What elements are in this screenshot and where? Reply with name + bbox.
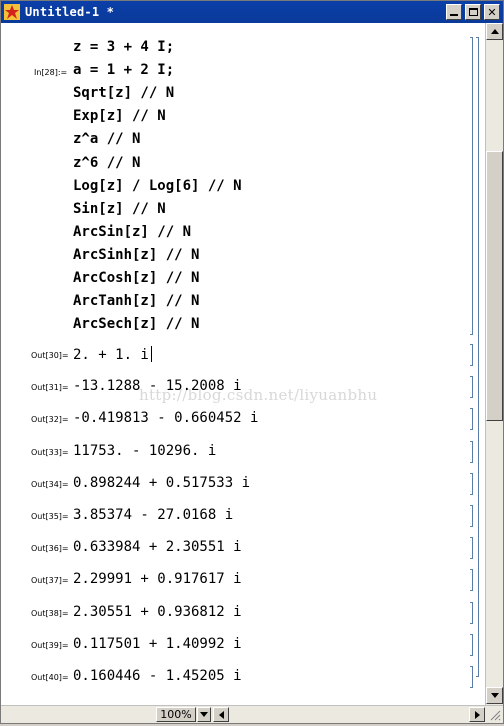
output-label: Out[37]= (31, 576, 69, 586)
output-value: 0.898244 + 0.517533 i (73, 474, 251, 491)
input-code-line[interactable]: Log[z] / Log[6] // N (73, 178, 242, 194)
output-cell-bracket[interactable] (470, 569, 473, 592)
output-cell-bracket[interactable] (470, 666, 473, 688)
input-label: In[28]:= (34, 68, 68, 77)
input-code-line[interactable]: z^6 // N (73, 155, 140, 171)
close-button[interactable]: ✕ (484, 4, 500, 20)
output-value: 2. + 1. i (73, 346, 152, 363)
output-value: 2.30551 + 0.936812 i (73, 603, 242, 620)
chevron-down-icon (200, 712, 208, 717)
notebook-content[interactable]: http://blog.csdn.net/liyuanbhu In[28]:= … (1, 23, 485, 705)
output-label: Out[36]= (31, 544, 69, 554)
resize-grip-icon[interactable] (487, 707, 501, 722)
text-cursor (150, 346, 152, 362)
input-code-line[interactable]: ArcSech[z] // N (73, 316, 199, 332)
output-label: Out[33]= (31, 447, 69, 457)
notebook-window: Untitled-1 * ✕ http://blog.csdn.net/liyu… (0, 0, 504, 724)
output-cell-bracket[interactable] (470, 537, 473, 560)
output-cell-bracket[interactable] (470, 601, 473, 624)
output-value: 3.85374 - 27.0168 i (73, 507, 234, 523)
output-cell-bracket[interactable] (470, 505, 473, 527)
arrow-right-icon (474, 710, 480, 719)
output-cell-bracket[interactable] (470, 633, 473, 656)
output-label: Out[40]= (31, 673, 69, 682)
output-label: Out[35]= (31, 512, 69, 521)
minimize-icon (450, 14, 458, 16)
input-cell-bracket[interactable] (470, 37, 473, 335)
input-code-line[interactable]: z^a // N (73, 131, 140, 147)
output-cell-bracket[interactable] (470, 440, 473, 463)
mathematica-star-icon (4, 4, 20, 20)
output-label: Out[39]= (31, 640, 69, 650)
output-value: -13.1288 - 15.2008 i (73, 378, 242, 395)
output-value: -0.419813 - 0.660452 i (73, 410, 259, 427)
output-value: 0.633984 + 2.30551 i (73, 539, 242, 556)
arrow-left-icon (218, 710, 224, 719)
scroll-right-button[interactable] (469, 707, 485, 722)
output-label: Out[32]= (31, 415, 69, 425)
scroll-down-button[interactable] (486, 687, 503, 704)
scroll-left-button[interactable] (213, 707, 229, 722)
close-icon: ✕ (487, 5, 497, 19)
output-value: 2.29991 + 0.917617 i (73, 571, 242, 588)
minimize-button[interactable] (446, 4, 462, 20)
maximize-icon (468, 8, 478, 16)
output-cell-bracket[interactable] (470, 408, 473, 431)
input-code-line[interactable]: ArcCosh[z] // N (73, 270, 199, 286)
output-label: Out[38]= (31, 608, 69, 618)
title-bar[interactable]: Untitled-1 * ✕ (1, 1, 503, 23)
window-title: Untitled-1 * (25, 5, 115, 19)
output-value: 0.160446 - 1.45205 i (73, 668, 242, 684)
input-code-line[interactable]: Sin[z] // N (73, 201, 166, 217)
input-code-line[interactable]: ArcTanh[z] // N (73, 293, 199, 309)
maximize-button[interactable] (465, 4, 481, 20)
scroll-up-button[interactable] (486, 23, 503, 40)
zoom-level[interactable]: 100% (156, 707, 196, 722)
output-cell-bracket[interactable] (470, 376, 473, 399)
output-label: Out[31]= (31, 383, 69, 393)
input-code-line[interactable]: Exp[z] // N (73, 108, 166, 124)
input-code-line[interactable]: ArcSinh[z] // N (73, 247, 199, 263)
output-label: Out[34]= (31, 479, 69, 489)
status-bar: 100% (1, 705, 503, 723)
input-code-line[interactable]: Sqrt[z] // N (73, 85, 174, 101)
output-label: Out[30]= (31, 351, 69, 360)
output-cell-bracket[interactable] (470, 344, 473, 366)
output-value: 11753. - 10296. i (73, 442, 217, 459)
input-code-line[interactable]: a = 1 + 2 I; (73, 62, 174, 78)
scroll-thumb[interactable] (486, 151, 503, 421)
cell-group-bracket[interactable] (476, 37, 479, 677)
vertical-scrollbar[interactable] (485, 23, 503, 705)
arrow-down-icon (490, 693, 499, 698)
arrow-up-icon (490, 29, 499, 34)
zoom-dropdown-button[interactable] (197, 707, 211, 722)
output-cell-bracket[interactable] (470, 472, 473, 495)
input-code-line[interactable]: ArcSin[z] // N (73, 224, 191, 240)
horizontal-scroll-track[interactable] (229, 707, 467, 722)
output-value: 0.117501 + 1.40992 i (73, 635, 242, 652)
input-code-line[interactable]: z = 3 + 4 I; (73, 39, 174, 55)
